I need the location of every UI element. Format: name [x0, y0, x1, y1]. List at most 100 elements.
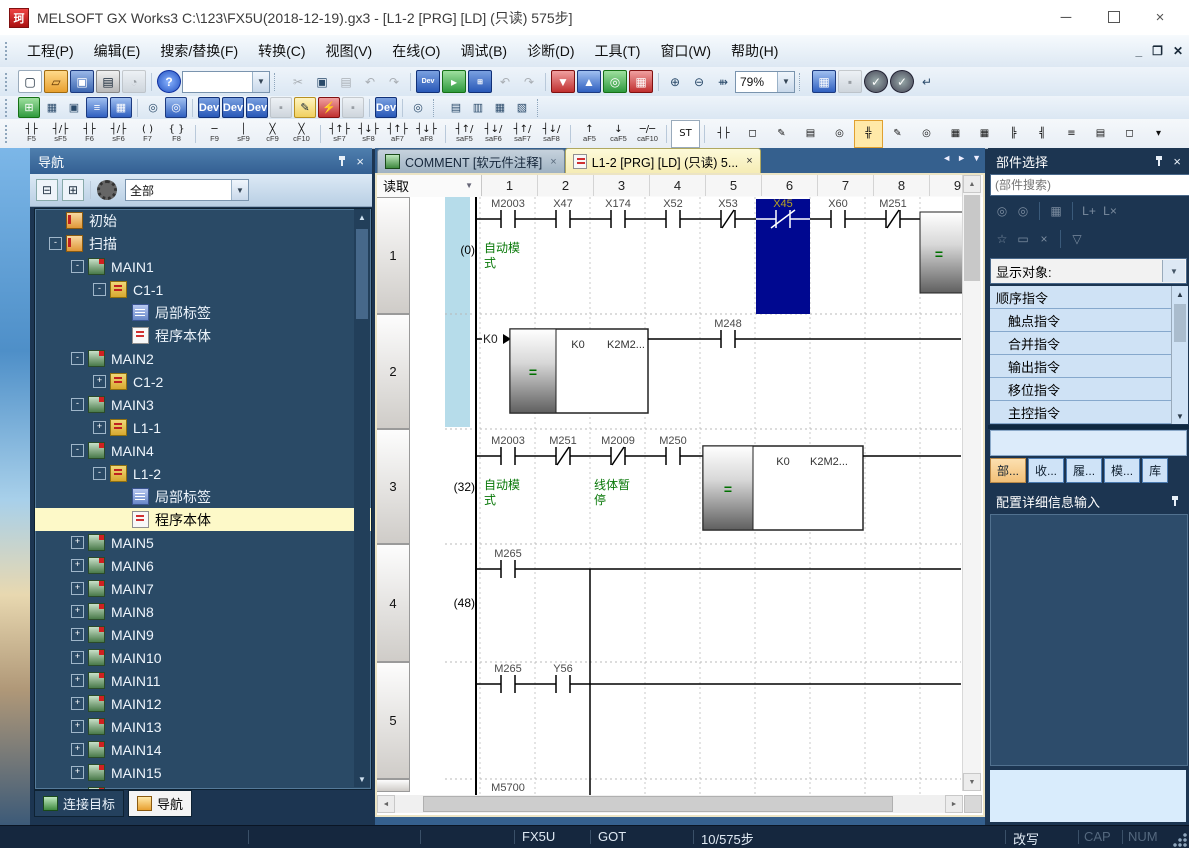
dev-monitor-button-icon[interactable]: Dev — [375, 97, 397, 118]
collapse-icon[interactable]: - — [93, 467, 106, 480]
expand-icon[interactable]: + — [71, 766, 84, 779]
tree-item-程序本体[interactable]: 程序本体 — [35, 508, 371, 531]
part-tab-部...[interactable]: 部... — [990, 458, 1026, 483]
ladder-symbol-caF10-button[interactable]: ─/─caF10 — [633, 120, 662, 148]
rung-number[interactable]: 4 — [377, 544, 410, 662]
cut-button-icon[interactable]: ✂ — [287, 71, 309, 92]
ladder-symbol-tool40-button[interactable]: ≡ — [1057, 120, 1086, 148]
menu-诊断(D)[interactable]: 诊断(D) — [517, 35, 584, 67]
tree-item-L1-1[interactable]: +L1-1 — [35, 416, 371, 439]
tree-item-C1-1[interactable]: -C1-1 — [35, 278, 371, 301]
ladder-symbol-sF9-button[interactable]: │sF9 — [229, 120, 258, 148]
ladder-symbol-cF10-button[interactable]: ╳cF10 — [287, 120, 316, 148]
scroll-up-icon[interactable]: ▲ — [354, 209, 370, 225]
write-to-plc-button-icon[interactable]: ▼ — [551, 70, 575, 93]
ladder-symbol-F8-button[interactable]: { }F8 — [162, 120, 191, 148]
table-icon[interactable]: ▦ — [1047, 203, 1065, 219]
tree-item-MAIN13[interactable]: +MAIN13 — [35, 715, 371, 738]
chevron-down-icon[interactable]: ▼ — [1162, 260, 1185, 282]
ladder-symbol-tool39-button[interactable]: ╣ — [1028, 120, 1057, 148]
ladder-canvas[interactable]: 12345 — [377, 197, 983, 795]
rung-number[interactable]: 2 — [377, 314, 410, 429]
label-list-button-icon[interactable]: ≡ — [86, 97, 108, 118]
window1-button-icon[interactable]: ▤ — [446, 98, 466, 117]
project-tree[interactable]: 初始-扫描-MAIN1-C1-1局部标签程序本体-MAIN2+C1-2-MAIN… — [34, 208, 372, 790]
monitor-stop-button-icon[interactable]: ⊞ — [468, 70, 492, 93]
close-button[interactable]: × — [1137, 0, 1183, 34]
scroll-right-icon[interactable]: ► — [945, 795, 963, 813]
ladder-symbol-cF9-button[interactable]: ╳cF9 — [258, 120, 287, 148]
verify-button-icon[interactable]: ◎ — [603, 70, 627, 93]
part-tab-模...[interactable]: 模... — [1104, 458, 1140, 483]
delete-pou-icon[interactable]: L× — [1101, 203, 1119, 219]
window2-button-icon[interactable]: ▥ — [468, 98, 488, 117]
device-list-button-icon[interactable]: ▦ — [110, 97, 132, 118]
maximize-button[interactable] — [1091, 0, 1137, 34]
tree-item-MAIN8[interactable]: +MAIN8 — [35, 600, 371, 623]
find-replace-button-icon[interactable]: ◎ — [165, 97, 187, 118]
delete-icon[interactable]: × — [1035, 231, 1053, 247]
toolbar-grip[interactable] — [5, 125, 12, 143]
print-button-icon[interactable]: ▤ — [96, 70, 120, 93]
ladder-symbol-F5-button[interactable]: ┤├F5 — [17, 120, 46, 148]
collapse-icon[interactable]: - — [49, 237, 62, 250]
instruction-group-顺序指令[interactable]: 顺序指令 — [990, 286, 1187, 309]
ladder-symbol-saF6-button[interactable]: ┤↓/saF6 — [479, 120, 508, 148]
menu-转换(C)[interactable]: 转换(C) — [248, 35, 315, 67]
tree-item-局部标签[interactable]: 局部标签 — [35, 301, 371, 324]
tab-list-icon[interactable]: ▼ — [972, 153, 981, 163]
vertical-scrollbar[interactable]: ▲ ▼ — [962, 175, 981, 791]
favorite-star-icon[interactable]: ☆ — [993, 231, 1011, 247]
ladder-symbol-tool42-button[interactable]: ◻ — [1115, 120, 1144, 148]
tab-scroll-left-icon[interactable]: ◄ — [942, 153, 951, 163]
sync-tree-button[interactable]: ⊞ — [62, 179, 84, 201]
tree-scrollbar[interactable]: ▲ ▼ — [354, 209, 370, 787]
pin-icon[interactable] — [1155, 156, 1163, 167]
close-icon[interactable]: × — [550, 156, 556, 168]
toolbar-grip[interactable] — [5, 73, 12, 91]
ladder-symbol-tool34-button[interactable]: ✎ — [883, 120, 912, 148]
tree-item-初始[interactable]: 初始 — [35, 209, 371, 232]
instruction-group-主控指令[interactable]: 主控指令 — [990, 401, 1187, 424]
expand-icon[interactable]: + — [93, 421, 106, 434]
rung-number[interactable]: 3 — [377, 429, 410, 544]
part-search-input[interactable] — [990, 174, 1189, 196]
tree-item-MAIN10[interactable]: +MAIN10 — [35, 646, 371, 669]
collapse-icon[interactable]: - — [71, 260, 84, 273]
instruction-list[interactable]: 顺序指令触点指令合并指令输出指令移位指令主控指令 — [990, 286, 1187, 424]
tree-item-MAIN15[interactable]: +MAIN15 — [35, 761, 371, 784]
close-icon[interactable]: × — [1173, 155, 1181, 168]
zoom-out-button-icon[interactable]: ⊖ — [688, 71, 710, 92]
expand-icon[interactable]: + — [71, 651, 84, 664]
tree-item-扫描[interactable]: -扫描 — [35, 232, 371, 255]
ladder-symbol-tool28-button[interactable]: ┤├ — [709, 120, 738, 148]
write-redo-button-icon[interactable]: ↷ — [518, 71, 540, 92]
rung-number[interactable]: 5 — [377, 662, 410, 779]
check-program-button-icon[interactable]: ✓ — [864, 70, 888, 93]
new-project-button-icon[interactable]: ▢ — [18, 70, 42, 93]
expand-icon[interactable]: + — [71, 582, 84, 595]
scroll-up-icon[interactable]: ▲ — [963, 175, 981, 193]
tree-item-C1-2[interactable]: +C1-2 — [35, 370, 371, 393]
menu-视图(V)[interactable]: 视图(V) — [316, 35, 383, 67]
window3-button-icon[interactable]: ▦ — [490, 98, 510, 117]
ladder-symbol-tool26-button[interactable]: ST — [671, 120, 700, 148]
dev-comment-button-icon[interactable]: Dev — [198, 97, 220, 118]
scroll-down-icon[interactable]: ▼ — [354, 771, 370, 787]
tree-item-MAIN7[interactable]: +MAIN7 — [35, 577, 371, 600]
chevron-down-icon[interactable]: ▼ — [465, 181, 473, 190]
ladder-symbol-tool43-button[interactable]: ▾ — [1144, 120, 1173, 148]
expand-icon[interactable]: + — [71, 720, 84, 733]
scroll-down-icon[interactable]: ▼ — [963, 773, 981, 791]
ladder-symbol-sF7-button[interactable]: ┤↑├sF7 — [325, 120, 354, 148]
instruction-group-触点指令[interactable]: 触点指令 — [990, 309, 1187, 332]
tree-item-MAIN14[interactable]: +MAIN14 — [35, 738, 371, 761]
chevron-down-icon[interactable]: ▼ — [252, 72, 269, 92]
tree-item-L1-2[interactable]: -L1-2 — [35, 462, 371, 485]
monitor-watch-button-icon[interactable]: ▦ — [629, 70, 653, 93]
find-prev-icon[interactable]: ◎ — [993, 203, 1011, 219]
ladder-symbol-aF8-button[interactable]: ┤↓├aF8 — [412, 120, 441, 148]
tree-filter-select[interactable]: 全部 ▼ — [125, 179, 249, 201]
expand-icon[interactable]: + — [71, 628, 84, 641]
print-preview-button-icon[interactable]: ◔ — [122, 70, 146, 93]
